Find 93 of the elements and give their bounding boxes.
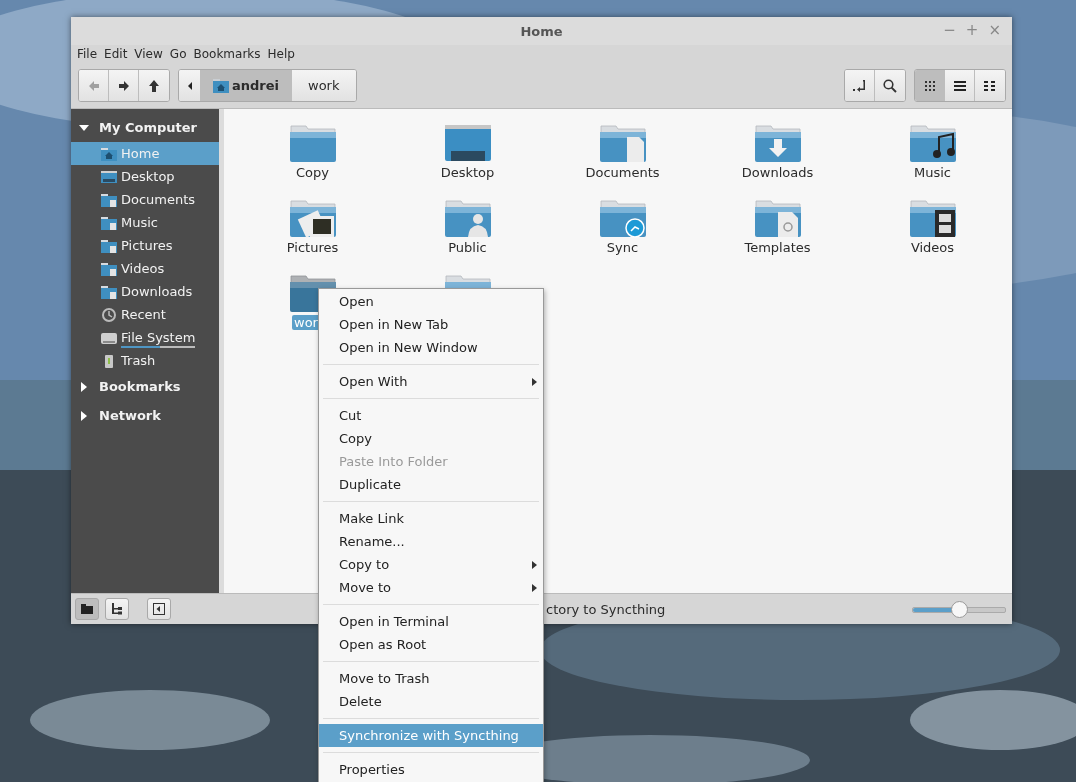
context-menu-item[interactable]: Move to Trash xyxy=(319,667,543,690)
sidebar-item[interactable]: Recent xyxy=(71,303,219,326)
music-folder-icon[interactable] xyxy=(908,123,957,163)
context-menu-item[interactable]: Delete xyxy=(319,690,543,713)
file-name[interactable]: Public xyxy=(446,240,489,255)
zoom-slider[interactable] xyxy=(912,601,1006,617)
folder-icon xyxy=(101,260,117,277)
sidebar-item[interactable]: Videos xyxy=(71,257,219,280)
documents-folder-icon[interactable] xyxy=(598,123,647,163)
path-button[interactable]: andrei xyxy=(201,70,293,101)
videos-folder-icon[interactable] xyxy=(908,198,957,238)
sidebar-item[interactable]: Documents xyxy=(71,188,219,211)
compact-view-button[interactable] xyxy=(975,70,1005,101)
sidebar-item[interactable]: File System xyxy=(71,326,219,349)
templates-folder-icon[interactable] xyxy=(753,198,802,238)
menu-item[interactable]: View xyxy=(132,47,168,61)
menu-item[interactable]: Edit xyxy=(102,47,133,61)
list-view-button[interactable] xyxy=(945,70,975,101)
sidebar-item[interactable]: Trash xyxy=(71,349,219,372)
sidebar-section-title[interactable]: Network xyxy=(99,408,161,423)
file-name[interactable]: Videos xyxy=(908,240,957,255)
context-menu-item[interactable]: Open as Root xyxy=(319,633,543,656)
context-menu-item[interactable]: Duplicate xyxy=(319,473,543,496)
sidebar-section-title[interactable]: My Computer xyxy=(99,120,197,135)
menu-item[interactable]: Help xyxy=(265,47,300,61)
window-title: Home xyxy=(520,23,563,39)
search-icon xyxy=(882,77,898,94)
context-menu-item[interactable]: Copy to xyxy=(319,553,543,576)
context-menu-item[interactable]: Copy xyxy=(319,427,543,450)
context-menu-item[interactable]: Move to xyxy=(319,576,543,599)
path-scroll-button[interactable] xyxy=(179,70,201,101)
file-name[interactable]: Copy xyxy=(294,165,331,180)
list-view-icon xyxy=(953,79,966,92)
context-menu-item[interactable]: Properties xyxy=(319,758,543,781)
menu-item[interactable]: Go xyxy=(167,47,192,61)
compact-view-icon xyxy=(984,79,996,92)
context-menu-item[interactable]: Cut xyxy=(319,404,543,427)
menu-item[interactable]: Bookmarks xyxy=(191,47,266,61)
folder-icon xyxy=(81,603,93,615)
context-menu-item[interactable]: Make Link xyxy=(319,507,543,530)
sidebar-item[interactable]: Downloads xyxy=(71,280,219,303)
context-menu-item[interactable]: Open in Terminal xyxy=(319,610,543,633)
sync-folder-icon[interactable] xyxy=(598,198,647,238)
file-name[interactable]: Templates xyxy=(742,240,813,255)
sidebar-item[interactable]: Desktop xyxy=(71,165,219,188)
menu-item[interactable]: File xyxy=(75,47,103,61)
file-name[interactable]: Documents xyxy=(583,165,662,180)
desktop-icon xyxy=(101,168,117,185)
status-text: ctory to Syncthing xyxy=(546,601,666,617)
home-icon xyxy=(101,145,117,162)
home-folder-icon xyxy=(213,78,229,93)
submenu-arrow-icon xyxy=(532,583,537,592)
folder-icon xyxy=(101,191,117,208)
folder-icon[interactable] xyxy=(288,123,337,163)
desktop-folder-icon[interactable] xyxy=(443,123,492,163)
forward-button[interactable] xyxy=(109,70,139,101)
expanded-triangle-icon[interactable] xyxy=(79,122,89,133)
context-menu-item[interactable]: Open in New Tab xyxy=(319,313,543,336)
sidebar-toggle-icon xyxy=(153,603,165,615)
pictures-folder-icon[interactable] xyxy=(288,198,337,238)
clock-icon xyxy=(101,306,117,323)
file-name[interactable]: Pictures xyxy=(284,240,341,255)
sidebar-section-title[interactable]: Bookmarks xyxy=(99,379,181,394)
terminal-button[interactable] xyxy=(845,70,875,101)
folder-icon xyxy=(101,237,117,254)
submenu-arrow-icon xyxy=(532,560,537,569)
file-name[interactable]: Music xyxy=(912,165,953,180)
folder-icon xyxy=(101,283,117,300)
sidebar-item[interactable]: Pictures xyxy=(71,234,219,257)
sidebar-item[interactable]: Music xyxy=(71,211,219,234)
collapsed-triangle-icon[interactable] xyxy=(79,410,89,421)
submenu-arrow-icon xyxy=(532,377,537,386)
icons-view-button[interactable] xyxy=(915,70,945,101)
collapsed-triangle-icon[interactable] xyxy=(79,381,89,392)
file-name[interactable]: Desktop xyxy=(438,165,497,180)
file-name[interactable]: Sync xyxy=(604,240,641,255)
context-menu-item[interactable]: Open xyxy=(319,290,543,313)
search-button[interactable] xyxy=(875,70,905,101)
places-button[interactable] xyxy=(75,598,99,620)
up-button[interactable] xyxy=(139,70,169,101)
return-arrow-icon xyxy=(851,77,868,94)
folder-icon xyxy=(101,214,117,231)
context-menu-item[interactable]: Open in New Window xyxy=(319,336,543,359)
tree-icon xyxy=(111,603,123,615)
public-folder-icon[interactable] xyxy=(443,198,492,238)
grid-view-icon xyxy=(923,79,936,92)
sidebar-button[interactable] xyxy=(147,598,171,620)
context-menu-item[interactable]: Rename... xyxy=(319,530,543,553)
tree-button[interactable] xyxy=(105,598,129,620)
path-button[interactable]: work xyxy=(292,70,356,101)
file-name[interactable]: Downloads xyxy=(739,165,816,180)
context-menu-item[interactable]: Open With xyxy=(319,370,543,393)
downloads-folder-icon[interactable] xyxy=(753,123,802,163)
